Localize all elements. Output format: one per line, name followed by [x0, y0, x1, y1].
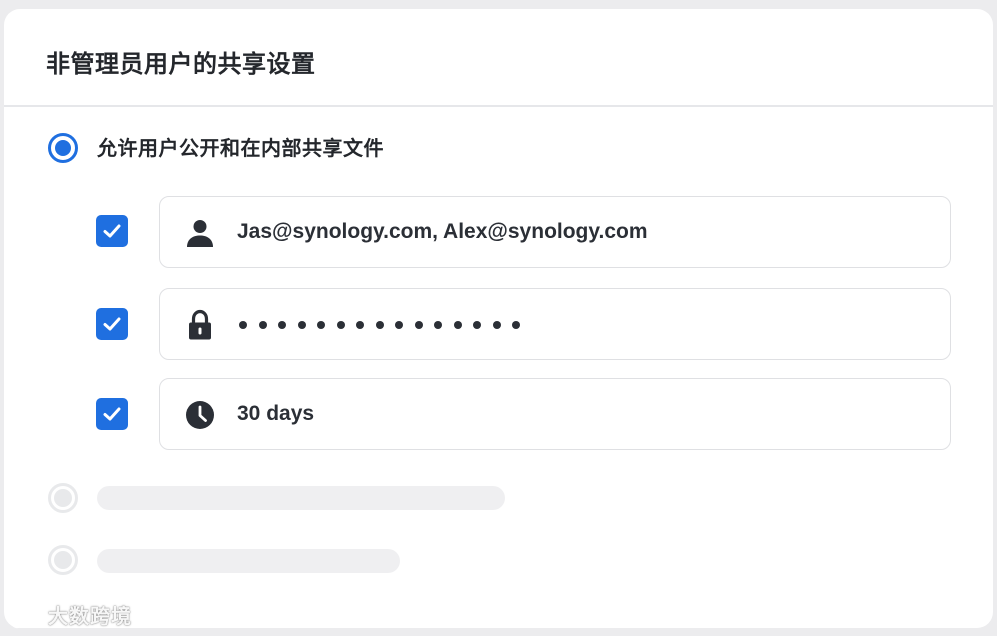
page-title: 非管理员用户的共享设置 [46, 51, 316, 78]
checkbox-expiration[interactable] [96, 398, 128, 430]
checkmark-icon [103, 317, 121, 331]
password-dot [512, 321, 520, 329]
checkmark-icon [103, 224, 121, 238]
password-dot [317, 321, 325, 329]
radio-allow-sharing-label[interactable]: 允许用户公开和在内部共享文件 [97, 135, 384, 163]
sharing-settings-card: 非管理员用户的共享设置 允许用户公开和在内部共享文件 Jas@synology.… [4, 9, 993, 628]
watermark-text: 大数跨境 [48, 606, 132, 628]
password-dot [278, 321, 286, 329]
watermark-logo-icon [9, 608, 44, 628]
password-dot [336, 321, 345, 329]
password-dot [473, 321, 481, 329]
password-dot [375, 321, 384, 329]
radio-option-2[interactable] [48, 483, 78, 513]
password-dot [395, 321, 403, 329]
password-dot [453, 321, 462, 329]
checkbox-restrict-users[interactable] [96, 215, 128, 247]
checkbox-password[interactable] [96, 308, 128, 340]
password-dot [297, 321, 306, 329]
option-3-label-placeholder [97, 549, 400, 573]
radio-allow-sharing[interactable] [48, 133, 78, 163]
radio-option-3[interactable] [48, 545, 78, 575]
password-dot [434, 321, 442, 329]
checkmark-icon [103, 407, 121, 421]
password-dot [492, 321, 501, 329]
password-dot [356, 321, 364, 329]
clock-icon [186, 401, 214, 429]
expiration-field[interactable]: 30 days [159, 378, 951, 450]
card-header: 非管理员用户的共享设置 [4, 9, 993, 107]
password-dot [239, 321, 247, 329]
option-2-label-placeholder [97, 486, 505, 510]
password-dot [258, 321, 267, 329]
lock-icon [189, 309, 211, 340]
password-masked-value [239, 321, 532, 331]
user-icon [187, 220, 213, 247]
password-field[interactable] [159, 288, 951, 360]
expiration-value: 30 days [237, 402, 315, 425]
users-field[interactable]: Jas@synology.com, Alex@synology.com [159, 196, 951, 268]
users-value: Jas@synology.com, Alex@synology.com [237, 220, 648, 243]
password-dot [414, 321, 423, 329]
watermark: 大数跨境 [8, 603, 132, 631]
